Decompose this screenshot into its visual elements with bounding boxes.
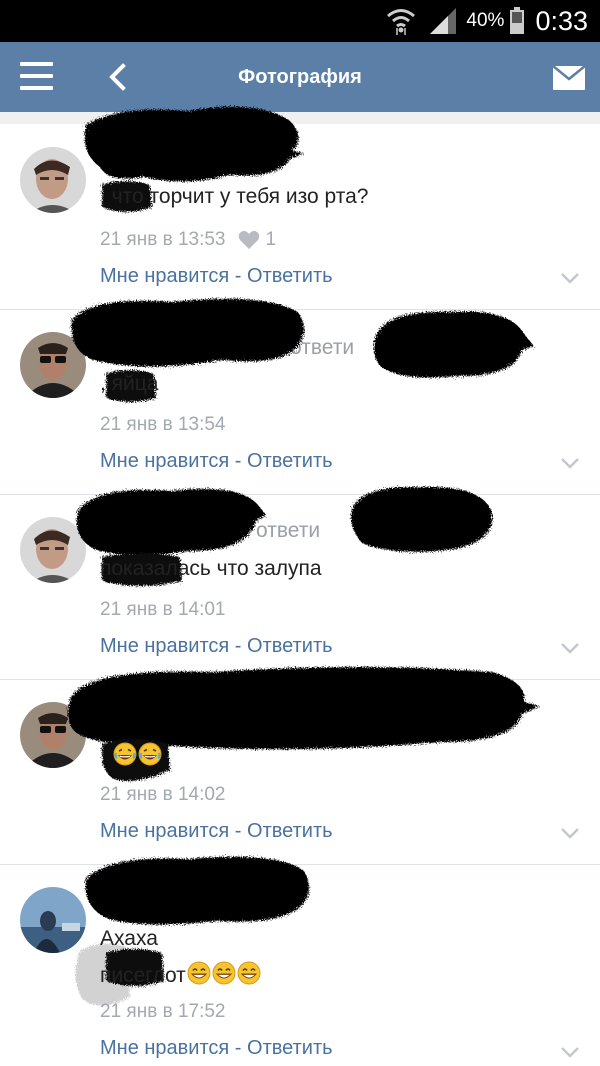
laughing-tears-emoji-icon [112,742,137,766]
comment-meta: 21 янв в 14:01 [100,599,226,621]
status-right: 40% 0:33 [386,0,588,42]
battery-icon [510,7,525,34]
action-separator: - [229,450,248,472]
comment-meta: 21 янв в 14:02 [100,784,226,806]
timestamp: 21 янв в 13:53 [100,229,226,250]
comment-text: Ахаха [100,927,158,950]
grinning-emoji-icon [187,961,211,985]
battery-percent: 40% [466,10,505,31]
like-button[interactable]: Мне нравится [100,450,229,472]
chevron-down-icon[interactable] [560,1045,580,1059]
mail-icon[interactable] [553,66,585,90]
timestamp: 21 янв в 13:54 [100,414,226,435]
like-button[interactable]: Мне нравится [100,820,229,842]
app-header: Фотография [0,42,600,112]
timestamp: 21 янв в 14:01 [100,599,226,620]
signal-icon [430,8,457,34]
comment-text-content: писеглот [100,964,186,987]
redacted-name [85,856,310,925]
chevron-down-icon[interactable] [560,641,580,655]
comment-actions: Мне нравится - Ответить [100,1037,333,1060]
redacted-name [373,311,534,378]
comment: , что торчит у тебя изо рта? 21 янв в 13… [0,106,600,310]
like-count: 1 [265,229,277,250]
redacted-name [351,486,493,552]
comment: ответи , яйца 21 янв в 13:54 Мне нравитс… [0,298,600,495]
avatar[interactable] [20,147,86,213]
comment-text: показалась что залупа [100,557,322,580]
like-button[interactable]: Мне нравится [100,265,229,287]
wifi-icon [387,9,416,35]
clock: 0:33 [535,5,588,36]
comment-text: , яйца [100,372,159,395]
action-separator: - [229,265,248,287]
comment: , 21 янв в 14:02 Мне нравится - Ответить [0,667,600,865]
laughing-tears-emoji-icon [137,742,162,766]
comment-meta: 21 янв в 13:53 1 [100,229,276,251]
redacted-name [71,298,304,367]
timestamp: 21 янв в 14:02 [100,784,226,805]
action-separator: - [229,1037,248,1059]
reply-button[interactable]: Ответить [247,450,333,472]
comment-actions: Мне нравится - Ответить [100,265,333,288]
comment: Ахаха писеглот 21 янв в 17:52 Мне нравит… [0,856,600,1066]
chevron-down-icon[interactable] [560,826,580,840]
chevron-down-icon[interactable] [560,456,580,470]
grinning-emoji-icon [212,961,236,985]
comment-meta: 21 янв в 13:54 [100,414,226,436]
action-separator: - [229,635,248,657]
like-button[interactable]: Мне нравится [100,635,229,657]
action-separator: - [229,820,248,842]
comment-meta: 21 янв в 17:52 [100,1001,226,1023]
comment-text: писеглот [100,961,261,988]
comment-text: , [100,742,162,769]
heart-icon [238,230,259,249]
grinning-emoji-icon [237,961,261,985]
comment-text-content: , [100,745,112,768]
comment-actions: Мне нравится - Ответить [100,450,333,473]
comment-actions: Мне нравится - Ответить [100,635,333,658]
status-bar: 40% 0:33 [0,0,600,42]
reply-button[interactable]: Ответить [247,265,333,287]
comment-text: , что торчит у тебя изо рта? [100,185,369,208]
comment: ответи показалась что залупа 21 янв в 14… [0,486,600,680]
reply-button[interactable]: Ответить [247,820,333,842]
reply-button[interactable]: Ответить [247,635,333,657]
chevron-down-icon[interactable] [560,271,580,285]
timestamp: 21 янв в 17:52 [100,1001,226,1022]
reply-button[interactable]: Ответить [247,1037,333,1059]
like-button[interactable]: Мне нравится [100,1037,229,1059]
page-title: Фотография [238,66,362,88]
comment-actions: Мне нравится - Ответить [100,820,333,843]
